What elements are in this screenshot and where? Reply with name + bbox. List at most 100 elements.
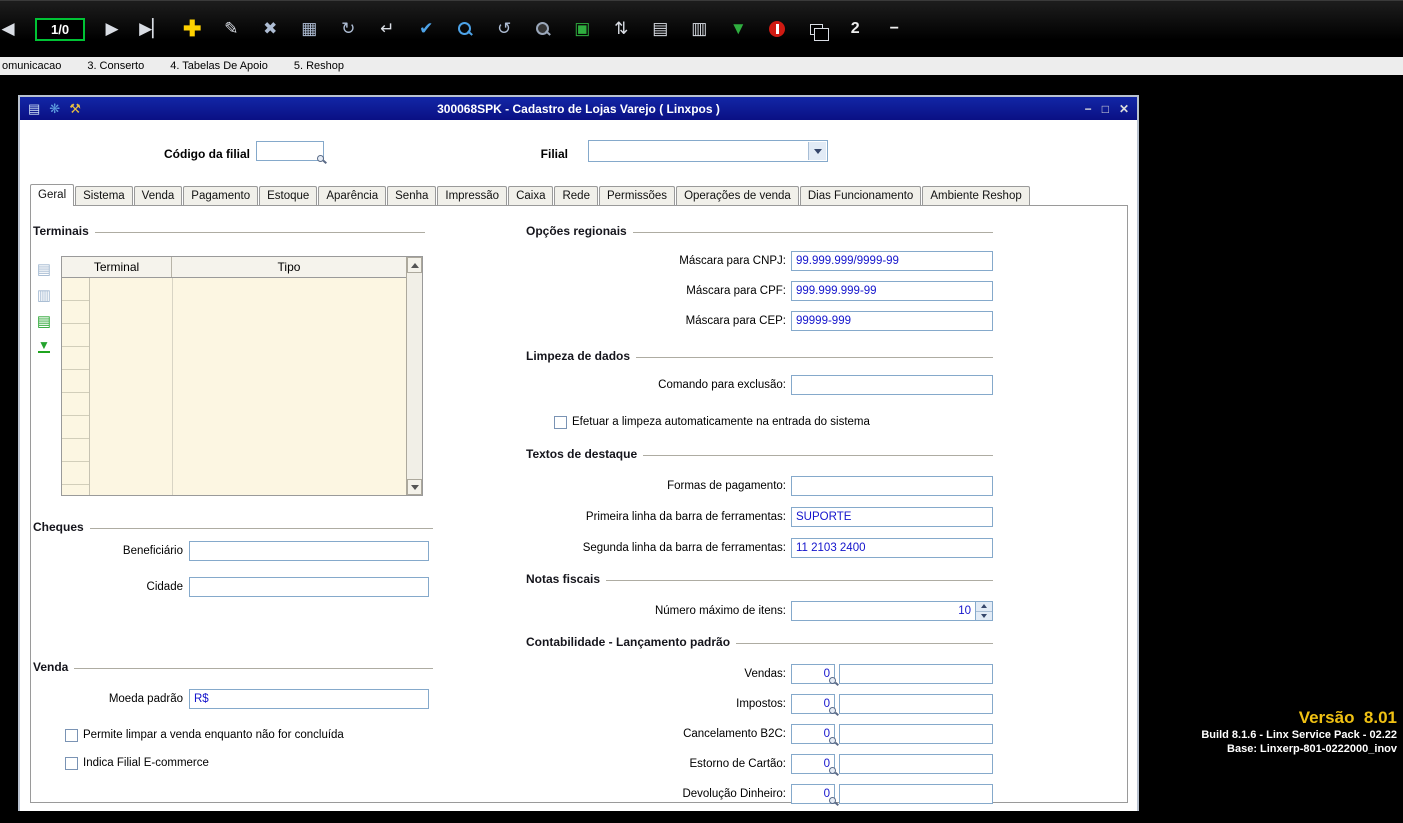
exit-button[interactable] bbox=[765, 14, 789, 44]
filter-button[interactable]: ▼ bbox=[726, 14, 750, 44]
wrench-icon[interactable]: ⚒ bbox=[69, 102, 81, 115]
vendas-lookup-icon[interactable] bbox=[829, 677, 839, 687]
segunda-linha-input[interactable] bbox=[791, 538, 993, 558]
save-refresh-button[interactable]: ↻ bbox=[336, 14, 360, 44]
mascara-cep-input[interactable] bbox=[791, 311, 993, 331]
tab-sistema[interactable]: Sistema bbox=[75, 186, 133, 205]
arrow-up-icon bbox=[981, 604, 987, 609]
tab-aparencia[interactable]: Aparência bbox=[318, 186, 387, 205]
vendas-desc-input[interactable] bbox=[839, 664, 993, 684]
menu-item-tabelas[interactable]: 4. Tabelas De Apoio bbox=[170, 60, 268, 72]
spinner-down-button[interactable] bbox=[976, 612, 992, 621]
menu-item-reshop[interactable]: 5. Reshop bbox=[294, 60, 344, 72]
numero-maximo-input[interactable] bbox=[791, 601, 976, 621]
checkbox-permite-limpar[interactable]: Permite limpar a venda enquanto não for … bbox=[65, 727, 344, 743]
save-button[interactable]: ▦ bbox=[297, 14, 321, 44]
cidade-label: Cidade bbox=[146, 581, 183, 593]
prev-record-button[interactable]: ◀ bbox=[0, 14, 20, 44]
grid-export-icon[interactable]: ▤ bbox=[31, 310, 57, 332]
sort-button[interactable]: ⇅ bbox=[609, 14, 633, 44]
version-info: Versão 8.01 Build 8.1.6 - Linx Service P… bbox=[1201, 708, 1397, 756]
grid-filter-icon[interactable]: ▼ bbox=[31, 336, 57, 358]
codigo-filial-input[interactable] bbox=[256, 141, 324, 161]
checkbox-icon bbox=[65, 728, 78, 742]
tab-operacoes-de-venda[interactable]: Operações de venda bbox=[676, 186, 799, 205]
moeda-padrao-input[interactable] bbox=[189, 689, 429, 709]
tab-venda[interactable]: Venda bbox=[133, 186, 183, 205]
close-button[interactable]: ✕ bbox=[1119, 103, 1129, 115]
chevron-down-icon bbox=[813, 148, 822, 154]
devolucao-dinheiro-lookup-icon[interactable] bbox=[829, 797, 839, 807]
tab-rede[interactable]: Rede bbox=[554, 186, 598, 205]
search-button[interactable] bbox=[453, 14, 477, 44]
windows-button[interactable] bbox=[804, 14, 829, 44]
magnifier-doc-icon bbox=[536, 22, 550, 36]
delete-button[interactable]: ✖ bbox=[258, 14, 282, 44]
print-button[interactable]: ▣ bbox=[570, 14, 594, 44]
textos-group-heading: Textos de destaque bbox=[526, 446, 993, 462]
mascara-cpf-input[interactable] bbox=[791, 281, 993, 301]
preview-button[interactable] bbox=[531, 14, 555, 44]
last-record-button[interactable]: ▶▏ bbox=[139, 14, 165, 44]
scrollbar-down-button[interactable] bbox=[407, 479, 422, 495]
tab-dias-funcionamento[interactable]: Dias Funcionamento bbox=[799, 186, 922, 205]
impostos-lookup-icon[interactable] bbox=[829, 707, 839, 717]
heading-rule bbox=[632, 232, 993, 233]
devolucao-dinheiro-desc-input[interactable] bbox=[839, 784, 993, 804]
maximize-button[interactable]: □ bbox=[1102, 103, 1109, 115]
grid-doc-icon[interactable]: ▥ bbox=[31, 284, 57, 306]
collapse-toolbar-button[interactable]: − bbox=[882, 14, 906, 44]
menu-item-conserto[interactable]: 3. Conserto bbox=[87, 60, 144, 72]
tab-impressao[interactable]: Impressão bbox=[437, 186, 508, 205]
beneficiario-input[interactable] bbox=[189, 541, 429, 561]
edit-button[interactable]: ✎ bbox=[219, 14, 243, 44]
cancelamento-b2c-lookup-icon[interactable] bbox=[829, 737, 839, 747]
grid-vertical-scrollbar[interactable] bbox=[406, 257, 422, 495]
tab-pagamento[interactable]: Pagamento bbox=[183, 186, 259, 205]
clean-button[interactable]: ✔ bbox=[414, 14, 438, 44]
filial-dropdown-button[interactable] bbox=[808, 142, 826, 160]
checkbox-limpeza-automatica[interactable]: Efetuar a limpeza automaticamente na ent… bbox=[554, 414, 870, 430]
comando-exclusao-input[interactable] bbox=[791, 375, 993, 395]
tab-permissoes[interactable]: Permissões bbox=[598, 186, 676, 205]
numero-maximo-spinner bbox=[976, 601, 993, 621]
contabilidade-heading-text: Contabilidade - Lançamento padrão bbox=[526, 635, 731, 649]
confirm-button[interactable]: ↵ bbox=[375, 14, 399, 44]
scrollbar-up-button[interactable] bbox=[407, 257, 422, 273]
estorno-cartao-desc-input[interactable] bbox=[839, 754, 993, 774]
checkbox-indica-ecommerce[interactable]: Indica Filial E-commerce bbox=[65, 755, 209, 771]
filial-combobox[interactable] bbox=[588, 140, 828, 162]
impostos-desc-input[interactable] bbox=[839, 694, 993, 714]
column-header-terminal[interactable]: Terminal bbox=[62, 257, 172, 277]
cidade-input[interactable] bbox=[189, 577, 429, 597]
estorno-cartao-lookup-icon[interactable] bbox=[829, 767, 839, 777]
export-icon[interactable]: ▤ bbox=[28, 102, 40, 115]
codigo-lookup-icon[interactable] bbox=[317, 155, 327, 165]
minimize-button[interactable]: − bbox=[1085, 103, 1092, 115]
add-button[interactable]: ✚ bbox=[180, 14, 204, 44]
primeira-linha-input[interactable] bbox=[791, 507, 993, 527]
tab-caixa[interactable]: Caixa bbox=[508, 186, 554, 205]
linx-logo-icon[interactable]: ❋ bbox=[49, 102, 60, 115]
formas-pagamento-input[interactable] bbox=[791, 476, 993, 496]
grid-insert-icon[interactable]: ▤ bbox=[31, 258, 57, 280]
next-record-button[interactable]: ▶ bbox=[100, 14, 124, 44]
title-bar[interactable]: ▤ ❋ ⚒ 300068SPK - Cadastro de Lojas Vare… bbox=[20, 97, 1137, 120]
tab-estoque[interactable]: Estoque bbox=[259, 186, 318, 205]
menu-item-comunicacao[interactable]: omunicacao bbox=[2, 60, 61, 72]
cancelamento-b2c-desc-input[interactable] bbox=[839, 724, 993, 744]
refresh-button[interactable]: ↺ bbox=[492, 14, 516, 44]
column-header-tipo[interactable]: Tipo bbox=[172, 257, 406, 277]
tab-senha[interactable]: Senha bbox=[387, 186, 437, 205]
venda-heading-text: Venda bbox=[33, 660, 69, 674]
tab-strip: Geral Sistema Venda Pagamento Estoque Ap… bbox=[30, 184, 1128, 206]
mascara-cnpj-input[interactable] bbox=[791, 251, 993, 271]
tab-ambiente-reshop[interactable]: Ambiente Reshop bbox=[922, 186, 1030, 205]
limpeza-group-heading: Limpeza de dados bbox=[526, 348, 993, 364]
formas-pagamento-label: Formas de pagamento: bbox=[667, 480, 786, 492]
doc-button[interactable]: ▥ bbox=[687, 14, 711, 44]
tab-geral[interactable]: Geral bbox=[30, 184, 75, 206]
spinner-up-button[interactable] bbox=[976, 602, 992, 612]
record-counter: 1/0 bbox=[35, 17, 86, 41]
new-doc-button[interactable]: ▤ bbox=[648, 14, 672, 44]
